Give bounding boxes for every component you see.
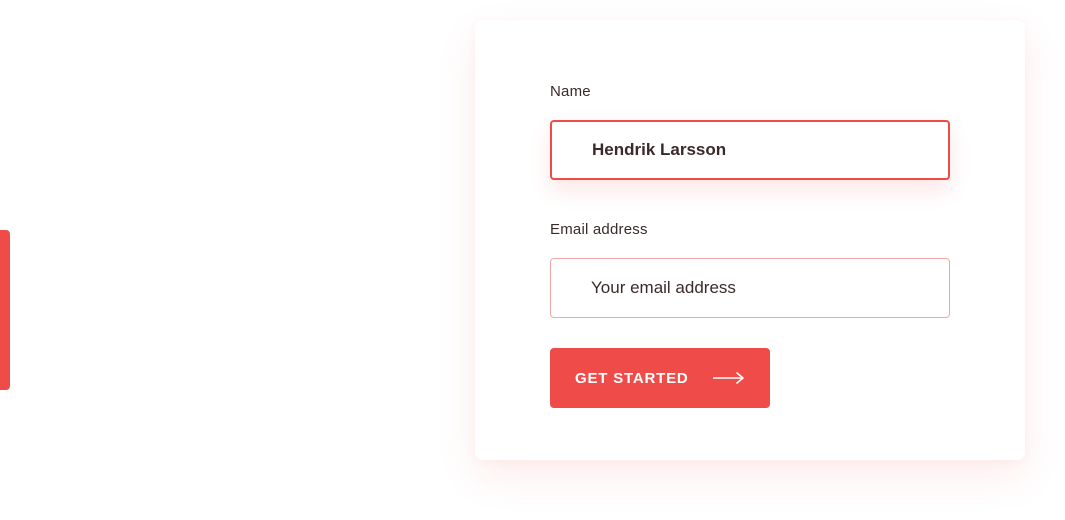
signup-form-card: Name Email address GET STARTED xyxy=(475,20,1025,460)
name-input[interactable] xyxy=(550,120,950,180)
email-label: Email address xyxy=(550,221,648,238)
arrow-right-icon xyxy=(712,372,745,384)
page: Name Email address GET STARTED xyxy=(0,0,1065,520)
email-input[interactable] xyxy=(550,258,950,318)
get-started-button[interactable]: GET STARTED xyxy=(550,348,770,408)
name-label: Name xyxy=(550,83,591,100)
get-started-label: GET STARTED xyxy=(575,369,689,387)
side-accent-bar xyxy=(0,230,10,390)
